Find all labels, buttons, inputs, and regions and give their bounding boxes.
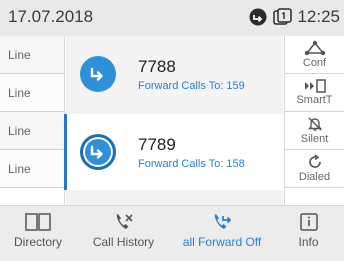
tab-label: Call History	[92, 235, 155, 249]
forward-icon	[211, 212, 233, 232]
smart-transfer-icon	[303, 79, 327, 93]
softkey-conf[interactable]: Conf	[285, 36, 344, 74]
line-key-1[interactable]: Line	[0, 36, 64, 74]
call-number: 7788	[138, 56, 176, 76]
silent-bell-icon	[307, 116, 323, 132]
tab-label: Info	[298, 235, 319, 249]
tab-info[interactable]: Info	[273, 206, 344, 261]
bottom-navigation: Directory Call History all Forward Off I…	[0, 205, 344, 261]
conference-icon	[304, 40, 326, 56]
softkey-dialed[interactable]: Dialed	[285, 150, 344, 188]
tab-label: Directory	[13, 235, 62, 249]
call-forward-icon	[80, 134, 116, 170]
call-list: 7788 Forward Calls To: 159 7789 Forward …	[64, 36, 283, 205]
status-time: 12:25	[297, 7, 340, 26]
softkey-smart-transfer[interactable]: SmartT	[285, 74, 344, 112]
softkey-label: Dialed	[298, 171, 331, 183]
call-forward-text: Forward Calls To: 158	[138, 157, 245, 170]
line-key-3[interactable]: Line	[0, 112, 64, 150]
call-item-7788[interactable]: 7788 Forward Calls To: 159	[66, 36, 283, 112]
forward-status-icon	[249, 8, 267, 26]
softkey-label: Conf	[302, 57, 327, 69]
call-item-7789[interactable]: 7789 Forward Calls To: 158	[64, 114, 283, 190]
line-key-2[interactable]: Line	[0, 74, 64, 112]
status-date: 17.07.2018	[8, 7, 94, 26]
line-key-4[interactable]: Line	[0, 150, 64, 188]
tab-directory[interactable]: Directory	[0, 206, 76, 261]
status-icons: 12:25	[249, 7, 340, 27]
tab-call-history[interactable]: Call History	[76, 206, 171, 261]
status-bar: 17.07.2018 12:25	[0, 0, 344, 36]
softkey-label: SmartT	[296, 94, 333, 106]
redial-icon	[307, 154, 323, 170]
call-forward-text: Forward Calls To: 159	[138, 79, 245, 92]
call-number: 7789	[138, 134, 176, 154]
line-key-column: Line Line Line Line	[0, 36, 65, 205]
tab-all-forward-off[interactable]: all Forward Off	[171, 206, 273, 261]
line-indicator-icon	[273, 8, 293, 26]
call-forward-icon	[80, 56, 116, 92]
softkey-label: Silent	[300, 133, 329, 145]
softkey-silent[interactable]: Silent	[285, 112, 344, 150]
softkey-column: Conf SmartT Silent Dialed	[284, 36, 344, 205]
info-icon	[299, 212, 319, 232]
tab-label: all Forward Off	[182, 235, 262, 249]
selection-indicator	[64, 114, 67, 190]
call-history-icon	[113, 212, 135, 232]
book-icon	[25, 212, 51, 232]
